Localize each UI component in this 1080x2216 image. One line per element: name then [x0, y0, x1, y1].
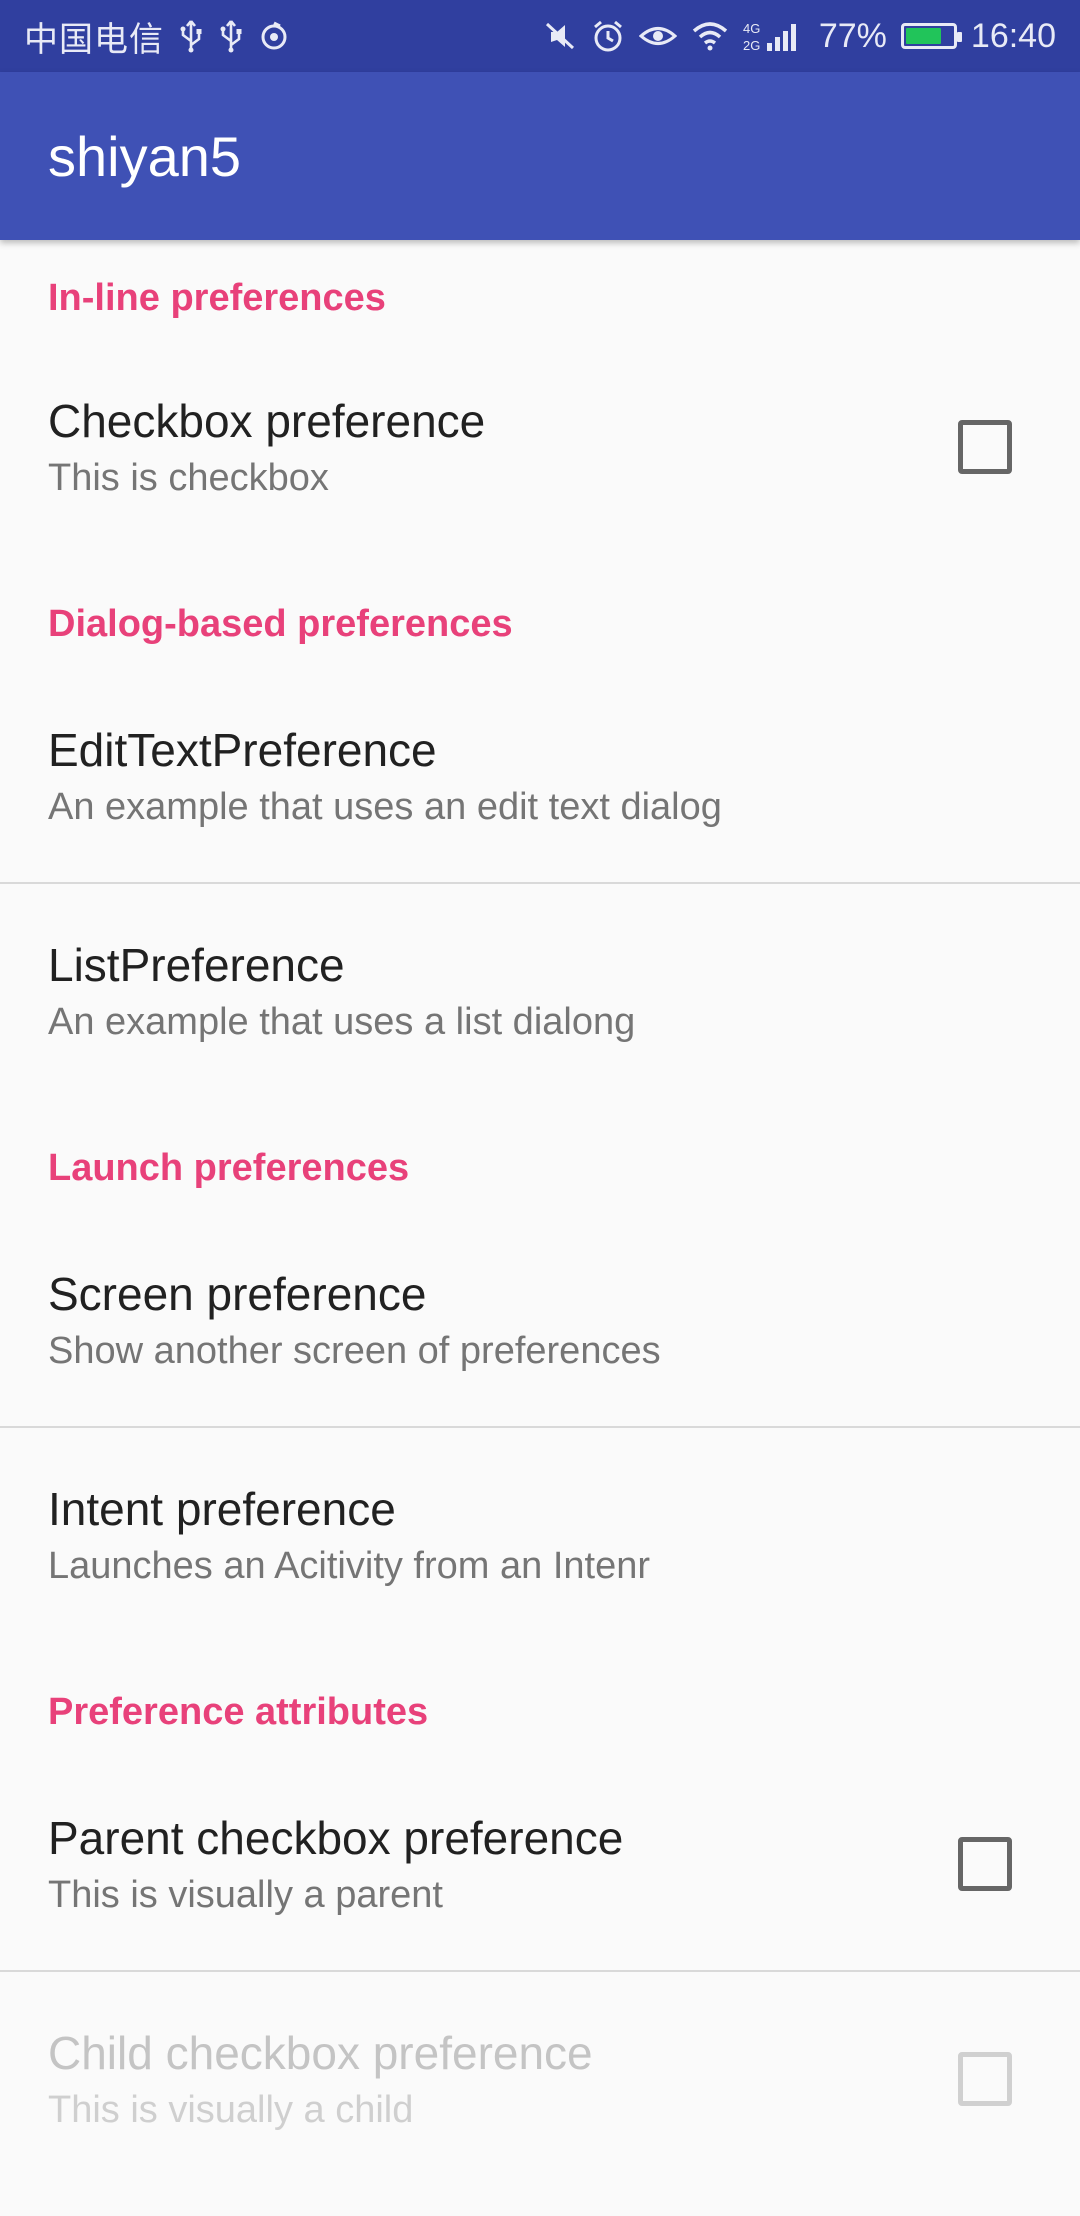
status-bar: 中国电信 4G 2G 77% 16:40: [0, 0, 1080, 72]
mute-icon: [543, 16, 577, 56]
category-header-launch: Launch preferences: [48, 1147, 410, 1189]
screen-preference-item[interactable]: Screen preference Show another screen of…: [0, 1214, 1080, 1428]
parent-checkbox[interactable]: [958, 1837, 1012, 1891]
preference-title: Checkbox preference: [48, 395, 486, 447]
child-checkbox: [958, 2052, 1012, 2106]
preference-summary: Show another screen of preferences: [48, 1330, 661, 1372]
intent-preference-item[interactable]: Intent preference Launches an Acitivity …: [0, 1428, 1080, 1642]
preference-summary: An example that uses a list dialong: [48, 1001, 636, 1043]
sync-icon: [258, 16, 290, 56]
preference-title: Screen preference: [48, 1268, 427, 1320]
app-title: shiyan5: [48, 124, 242, 188]
preference-summary: Launches an Acitivity from an Intenr: [48, 1545, 650, 1587]
preference-title: Intent preference: [48, 1483, 396, 1535]
preference-summary: This is visually a child: [48, 2089, 414, 2131]
checkbox-preference-checkbox[interactable]: [958, 420, 1012, 474]
preference-summary: This is visually a parent: [48, 1874, 443, 1916]
app-bar: shiyan5: [0, 72, 1080, 240]
category-header-inline: In-line preferences: [48, 277, 386, 319]
checkbox-preference-item[interactable]: Checkbox preference This is checkbox: [0, 340, 1080, 554]
usb-icon: [178, 16, 204, 56]
child-checkbox-preference-item: Child checkbox preference This is visual…: [0, 1972, 1080, 2186]
eye-icon: [638, 16, 677, 56]
preference-title: ListPreference: [48, 939, 345, 991]
preference-title: Parent checkbox preference: [48, 1812, 624, 1864]
edittext-preference-item[interactable]: EditTextPreference An example that uses …: [0, 670, 1080, 884]
alarm-icon: [591, 16, 625, 56]
signal-icon: 4G 2G: [743, 16, 805, 56]
battery-icon: [900, 23, 962, 49]
svg-text:2G: 2G: [743, 38, 760, 53]
list-preference-item[interactable]: ListPreference An example that uses a li…: [0, 884, 1080, 1098]
carrier-label: 中国电信: [24, 20, 164, 59]
preference-title: EditTextPreference: [48, 724, 437, 776]
parent-checkbox-preference-item[interactable]: Parent checkbox preference This is visua…: [0, 1758, 1080, 1972]
status-bar-left: 中国电信: [24, 12, 290, 61]
preference-title: Child checkbox preference: [48, 2027, 593, 2079]
clock: 16:40: [970, 16, 1056, 55]
svg-text:4G: 4G: [743, 21, 760, 36]
battery-percent: 77%: [818, 16, 887, 55]
category-header-dialog: Dialog-based preferences: [48, 603, 513, 645]
wifi-icon: [691, 16, 729, 56]
status-bar-right: 4G 2G 77% 16:40: [543, 16, 1056, 56]
battery-level: [905, 28, 942, 44]
preference-list: In-line preferences Checkbox preference …: [0, 240, 1080, 2186]
preference-summary: An example that uses an edit text dialog: [48, 786, 722, 828]
preference-summary: This is checkbox: [48, 457, 329, 499]
category-header-attributes: Preference attributes: [48, 1691, 429, 1733]
usb-icon: [218, 16, 244, 56]
